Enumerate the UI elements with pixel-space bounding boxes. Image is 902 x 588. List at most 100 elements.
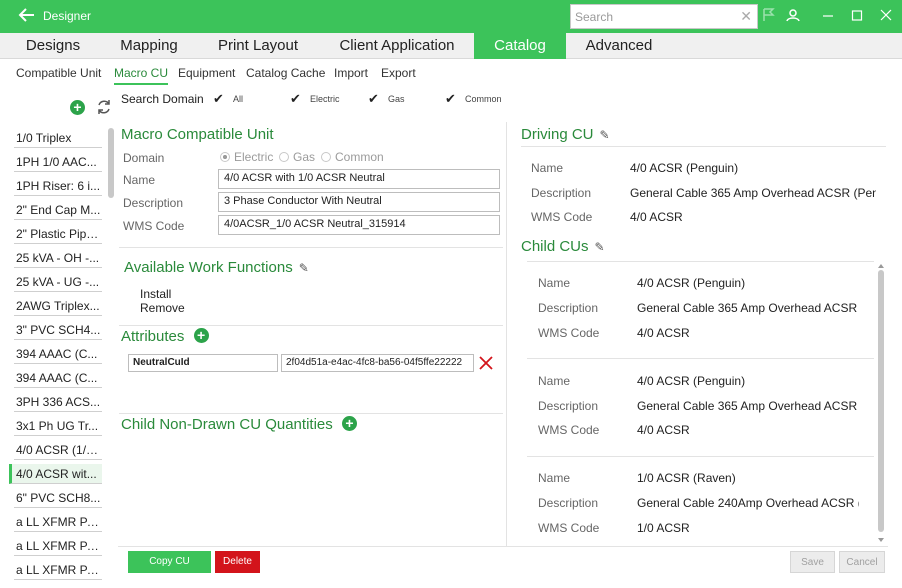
edit-pencil-icon[interactable]: ✎: [595, 240, 605, 254]
subtab-export[interactable]: Export: [381, 66, 416, 83]
work-function-item: Remove: [140, 301, 185, 315]
list-item[interactable]: 2AWG Triplex...: [14, 296, 102, 316]
checkbox-common[interactable]: ✔: [445, 91, 456, 107]
driving-cu-title: Driving CU ✎: [521, 126, 610, 143]
app-title: Designer: [43, 9, 92, 23]
footer-divider: [118, 546, 888, 547]
list-item[interactable]: 2" End Cap M...: [14, 200, 102, 220]
main-tab-bar: Designs Mapping Print Layout Client Appl…: [0, 33, 902, 59]
list-item[interactable]: 1PH Riser: 6 i...: [14, 176, 102, 196]
wms-code-field[interactable]: 4/0ACSR_1/0 ACSR Neutral_315914: [218, 215, 500, 235]
divider: [527, 456, 874, 457]
list-item[interactable]: 3PH 336 ACS...: [14, 392, 102, 412]
list-item[interactable]: a LL XFMR PA...: [14, 560, 102, 580]
tab-client-application[interactable]: Client Application: [322, 33, 472, 59]
driving-wms-value: 4/0 ACSR: [630, 210, 683, 224]
name-field[interactable]: 4/0 ACSR with 1/0 ACSR Neutral: [218, 169, 500, 189]
search-domain-label: Search Domain: [121, 92, 204, 106]
save-button[interactable]: Save: [790, 551, 835, 573]
edit-pencil-icon[interactable]: ✎: [299, 261, 309, 275]
child-wms-value: 4/0 ACSR: [637, 423, 690, 437]
checkbox-gas-label: Gas: [388, 94, 405, 104]
list-item[interactable]: 394 AAAC (C...: [14, 344, 102, 364]
child-description-value: General Cable 365 Amp Overhead ACSR (Per: [637, 399, 859, 413]
checkbox-all-label: All: [233, 94, 244, 104]
tab-print-layout[interactable]: Print Layout: [204, 33, 312, 59]
checkbox-gas[interactable]: ✔: [368, 91, 379, 107]
subtab-import[interactable]: Import: [334, 66, 368, 83]
list-scrollbar[interactable]: [108, 128, 114, 198]
description-label: Description: [123, 196, 184, 210]
driving-description-label: Description: [531, 186, 592, 200]
clear-search-icon[interactable]: ✕: [740, 8, 752, 25]
maximize-icon[interactable]: [851, 8, 863, 25]
list-item[interactable]: 25 kVA - UG -...: [14, 272, 102, 292]
list-item[interactable]: 3x1 Ph UG Tr...: [14, 416, 102, 436]
tab-catalog[interactable]: Catalog: [474, 33, 566, 59]
back-arrow-icon[interactable]: [18, 7, 36, 26]
child-description-label: Description: [538, 301, 599, 315]
radio-common: Common: [321, 150, 384, 164]
search-input[interactable]: [571, 5, 731, 28]
radio-gas: Gas: [279, 150, 315, 164]
list-item[interactable]: 1PH 1/0 AAC...: [14, 152, 102, 172]
divider: [119, 325, 503, 326]
add-attribute-icon[interactable]: +: [193, 328, 209, 343]
title-bar: Designer ✕: [0, 0, 902, 33]
child-name-label: Name: [538, 471, 571, 485]
subtab-catalog-cache[interactable]: Catalog Cache: [246, 66, 325, 83]
list-toolbar: +: [0, 92, 118, 122]
child-cus-scrollbar-thumb[interactable]: [878, 270, 884, 532]
refresh-icon[interactable]: [96, 98, 112, 119]
list-item-selected[interactable]: 4/0 ACSR wit...: [9, 464, 102, 484]
add-icon[interactable]: +: [70, 100, 85, 115]
work-functions-title: Available Work Functions ✎: [124, 259, 309, 276]
tab-advanced[interactable]: Advanced: [574, 33, 664, 59]
divider: [521, 146, 886, 147]
description-field[interactable]: 3 Phase Conductor With Neutral: [218, 192, 500, 212]
subtab-equipment[interactable]: Equipment: [178, 66, 235, 83]
child-name-value: 4/0 ACSR (Penguin): [637, 374, 746, 388]
list-item[interactable]: 3" PVC SCH4...: [14, 320, 102, 340]
child-wms-label: WMS Code: [538, 326, 600, 340]
child-cus-title: Child CUs ✎: [521, 238, 605, 255]
checkbox-electric[interactable]: ✔: [290, 91, 301, 107]
child-non-drawn-title: Child Non-Drawn CU Quantities +: [121, 416, 357, 433]
subtab-compatible-unit[interactable]: Compatible Unit: [16, 66, 101, 83]
list-item[interactable]: 25 kVA - OH -...: [14, 248, 102, 268]
domain-label: Domain: [123, 151, 165, 165]
child-name-label: Name: [538, 276, 571, 290]
flag-icon[interactable]: [763, 8, 775, 25]
list-item[interactable]: 1/0 Triplex: [14, 128, 102, 148]
cancel-button[interactable]: Cancel: [839, 551, 885, 573]
child-wms-label: WMS Code: [538, 521, 600, 535]
list-item[interactable]: a LL XFMR PA...: [14, 512, 102, 532]
macro-cu-title: Macro Compatible Unit: [121, 126, 274, 143]
list-item[interactable]: 4/0 ACSR (1/0...: [14, 440, 102, 460]
name-label: Name: [123, 173, 156, 187]
child-wms-value: 4/0 ACSR: [637, 326, 690, 340]
user-icon[interactable]: [786, 8, 800, 25]
list-item[interactable]: 6" PVC SCH8...: [14, 488, 102, 508]
delete-attribute-icon[interactable]: [479, 356, 493, 373]
child-name-value: 4/0 ACSR (Penguin): [637, 276, 746, 290]
delete-button[interactable]: Delete: [215, 551, 260, 573]
child-wms-label: WMS Code: [538, 423, 600, 437]
list-item[interactable]: 394 AAAC (C...: [14, 368, 102, 388]
wms-code-label: WMS Code: [123, 219, 185, 233]
copy-cu-button[interactable]: Copy CU: [128, 551, 211, 573]
close-icon[interactable]: [880, 8, 892, 25]
tab-designs[interactable]: Designs: [12, 33, 94, 59]
attribute-value-field[interactable]: 2f04d51a-e4ac-4fc8-ba56-04f5ffe22222: [281, 354, 474, 372]
minimize-icon[interactable]: [822, 8, 834, 25]
attribute-key-field[interactable]: NeutralCuId: [128, 354, 278, 372]
edit-pencil-icon[interactable]: ✎: [600, 128, 610, 142]
tab-mapping[interactable]: Mapping: [104, 33, 194, 59]
list-item[interactable]: 2" Plastic Pipe...: [14, 224, 102, 244]
search-domain-bar: Search Domain ✔ All ✔ Electric ✔ Gas ✔ C…: [121, 91, 881, 111]
add-child-quantity-icon[interactable]: +: [341, 416, 357, 431]
subtab-macro-cu[interactable]: Macro CU: [114, 66, 169, 85]
checkbox-all[interactable]: ✔: [213, 91, 224, 107]
driving-name-value: 4/0 ACSR (Penguin): [630, 161, 739, 175]
list-item[interactable]: a LL XFMR PA...: [14, 536, 102, 556]
